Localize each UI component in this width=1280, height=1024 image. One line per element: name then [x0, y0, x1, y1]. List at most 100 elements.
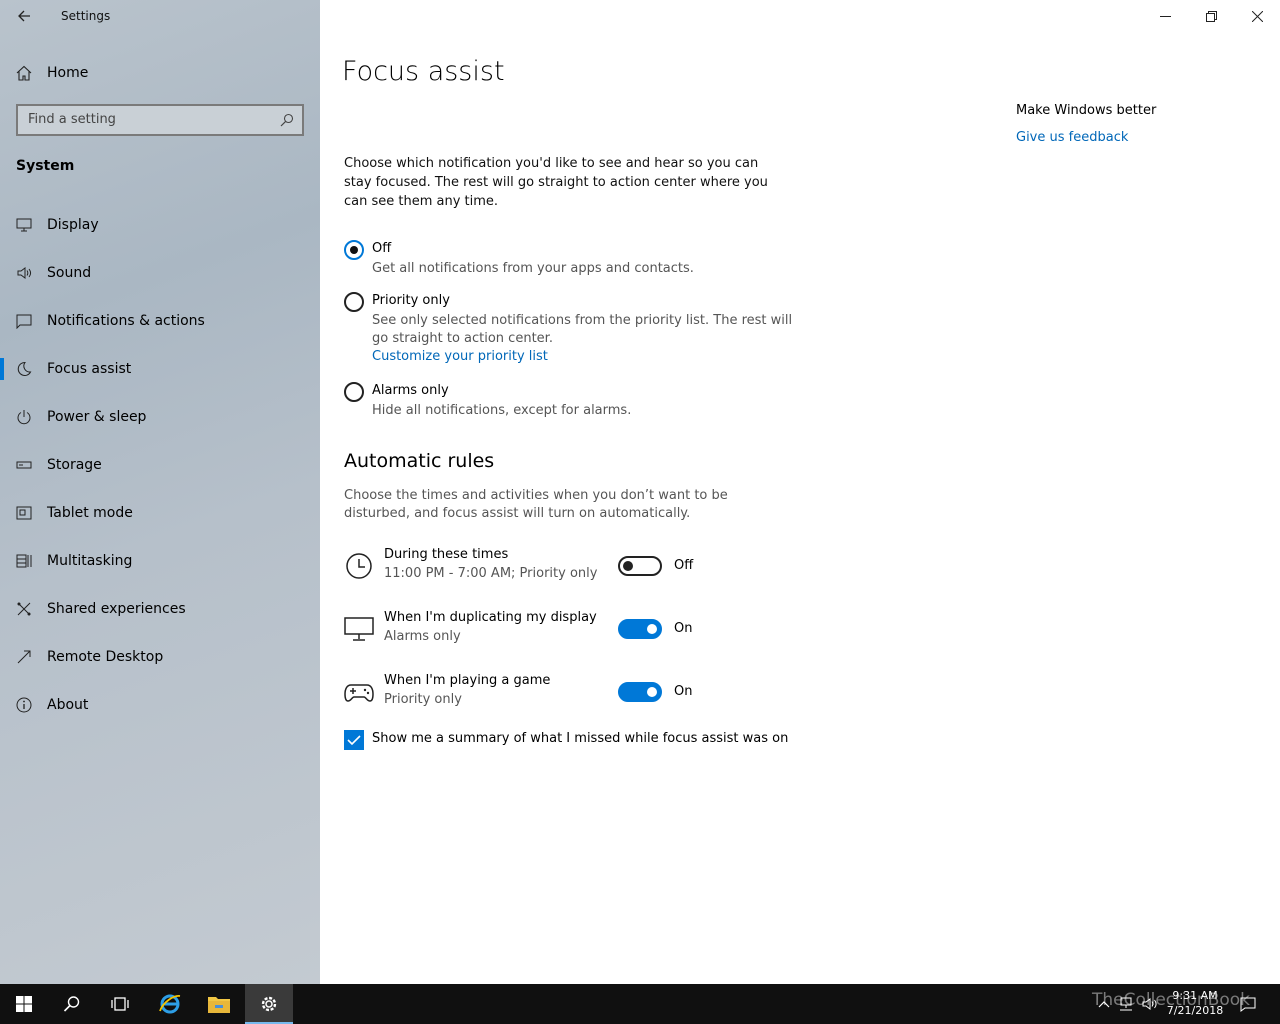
back-arrow-icon: [18, 10, 30, 22]
sidebar-nav: Display Sound Notifications & actions Fo…: [0, 201, 320, 729]
rule-subtitle: Alarms only: [384, 629, 461, 644]
moon-icon: [17, 361, 32, 376]
clock-icon: [346, 553, 372, 579]
toggle-state: On: [674, 621, 693, 636]
clock-time: 9:31 AM: [1172, 989, 1218, 1002]
sidebar-item-tablet-mode[interactable]: Tablet mode: [0, 489, 320, 537]
start-button[interactable]: [0, 984, 48, 1024]
make-windows-better-title: Make Windows better: [1016, 103, 1157, 118]
sidebar-item-label: Power & sleep: [47, 409, 147, 425]
summary-checkbox[interactable]: [344, 730, 364, 750]
radio-label: Alarms only: [372, 383, 449, 398]
search-placeholder: Find a setting: [28, 112, 116, 127]
gear-icon: [261, 996, 277, 1012]
chevron-up-icon: [1098, 1001, 1110, 1008]
restore-icon: [1205, 10, 1217, 22]
search-icon: [63, 996, 80, 1012]
customize-priority-link[interactable]: Customize your priority list: [372, 349, 548, 364]
power-icon: [17, 410, 31, 425]
sidebar-item-label: Storage: [47, 457, 102, 473]
task-view-button[interactable]: [96, 984, 144, 1024]
rule-playing-game[interactable]: When I'm playing a game Priority only On: [344, 673, 794, 713]
action-center-button[interactable]: [1236, 984, 1260, 1024]
title-bar: Settings: [0, 0, 320, 32]
toggle-state: Off: [674, 558, 694, 573]
radio-description: Hide all notifications, except for alarm…: [372, 403, 632, 418]
rule-title: When I'm playing a game: [384, 673, 551, 688]
multitasking-icon: [16, 554, 32, 568]
taskbar-settings-button[interactable]: [245, 984, 293, 1024]
sidebar-item-label: About: [47, 697, 89, 713]
rule-subtitle: Priority only: [384, 692, 462, 707]
clock-date: 7/21/2018: [1166, 1004, 1224, 1017]
give-feedback-link[interactable]: Give us feedback: [1016, 130, 1128, 145]
sidebar-item-notifications[interactable]: Notifications & actions: [0, 297, 320, 345]
sidebar-item-remote-desktop[interactable]: Remote Desktop: [0, 633, 320, 681]
sidebar-item-shared-experiences[interactable]: Shared experiences: [0, 585, 320, 633]
toggle-duplicating-display[interactable]: [618, 619, 662, 639]
taskbar: TheCollectionBook 9:31 AM 7/21/2018: [0, 984, 1280, 1024]
toggle-during-times[interactable]: [618, 556, 662, 576]
back-button[interactable]: [8, 4, 40, 28]
page-description: Choose which notification you'd like to …: [344, 156, 768, 209]
search-icon[interactable]: [280, 113, 294, 127]
network-button[interactable]: [1116, 984, 1136, 1024]
sidebar-item-focus-assist[interactable]: Focus assist: [0, 345, 320, 393]
restore-button[interactable]: [1188, 0, 1234, 32]
home-label: Home: [47, 65, 89, 81]
sidebar-item-display[interactable]: Display: [0, 201, 320, 249]
sidebar-item-power-sleep[interactable]: Power & sleep: [0, 393, 320, 441]
rule-title: When I'm duplicating my display: [384, 610, 597, 625]
volume-button[interactable]: [1140, 984, 1160, 1024]
radio-alarms-only[interactable]: [344, 382, 364, 402]
radio-off[interactable]: [344, 240, 364, 260]
network-icon: [1120, 997, 1132, 1011]
radio-priority-only[interactable]: [344, 292, 364, 312]
section-title: System: [16, 158, 75, 174]
sound-icon: [17, 267, 31, 279]
remote-desktop-icon: [17, 650, 31, 664]
action-center-icon: [1240, 997, 1256, 1012]
radio-alarms-row[interactable]: Alarms only Hide all notifications, exce…: [344, 382, 804, 422]
search-input[interactable]: Find a setting: [16, 104, 304, 136]
home-icon: [16, 65, 32, 81]
sidebar-home[interactable]: Home: [0, 56, 320, 90]
sidebar-item-label: Multitasking: [47, 553, 133, 569]
rule-subtitle: 11:00 PM - 7:00 AM; Priority only: [384, 566, 598, 581]
close-button[interactable]: [1234, 0, 1280, 32]
checkmark-icon: [347, 735, 361, 746]
taskbar-file-explorer-button[interactable]: [195, 984, 243, 1024]
minimize-icon: [1159, 15, 1171, 17]
gamepad-icon: [344, 684, 374, 702]
tablet-icon: [16, 506, 32, 520]
minimize-button[interactable]: [1142, 0, 1188, 32]
rule-during-times[interactable]: During these times 11:00 PM - 7:00 AM; P…: [344, 547, 794, 587]
sidebar-item-multitasking[interactable]: Multitasking: [0, 537, 320, 585]
rule-title: During these times: [384, 547, 509, 562]
automatic-rules-description: Choose the times and activities when you…: [344, 488, 728, 521]
volume-icon: [1142, 998, 1157, 1010]
summary-checkbox-row[interactable]: Show me a summary of what I missed while…: [344, 730, 804, 750]
task-view-icon: [111, 997, 129, 1011]
radio-label: Priority only: [372, 293, 450, 308]
windows-logo-icon: [16, 996, 32, 1012]
page-title: Focus assist: [342, 56, 505, 87]
sidebar-item-sound[interactable]: Sound: [0, 249, 320, 297]
sidebar-item-storage[interactable]: Storage: [0, 441, 320, 489]
toggle-playing-game[interactable]: [618, 682, 662, 702]
sidebar-item-label: Tablet mode: [47, 505, 133, 521]
sidebar-item-label: Display: [47, 217, 99, 233]
rule-duplicating-display[interactable]: When I'm duplicating my display Alarms o…: [344, 610, 794, 650]
radio-priority-row[interactable]: Priority only See only selected notifica…: [344, 292, 804, 372]
radio-description: See only selected notifications from the…: [372, 312, 802, 366]
close-icon: [1251, 10, 1263, 22]
sidebar-item-about[interactable]: About: [0, 681, 320, 729]
automatic-rules-heading: Automatic rules: [344, 450, 495, 472]
taskbar-edge-button[interactable]: [146, 984, 194, 1024]
radio-label: Off: [372, 241, 392, 256]
radio-off-row[interactable]: Off Get all notifications from your apps…: [344, 240, 804, 280]
taskbar-clock[interactable]: 9:31 AM 7/21/2018: [1162, 988, 1228, 1018]
show-hidden-icons-button[interactable]: [1094, 984, 1114, 1024]
taskbar-search-button[interactable]: [48, 984, 96, 1024]
app-title: Settings: [61, 9, 111, 23]
